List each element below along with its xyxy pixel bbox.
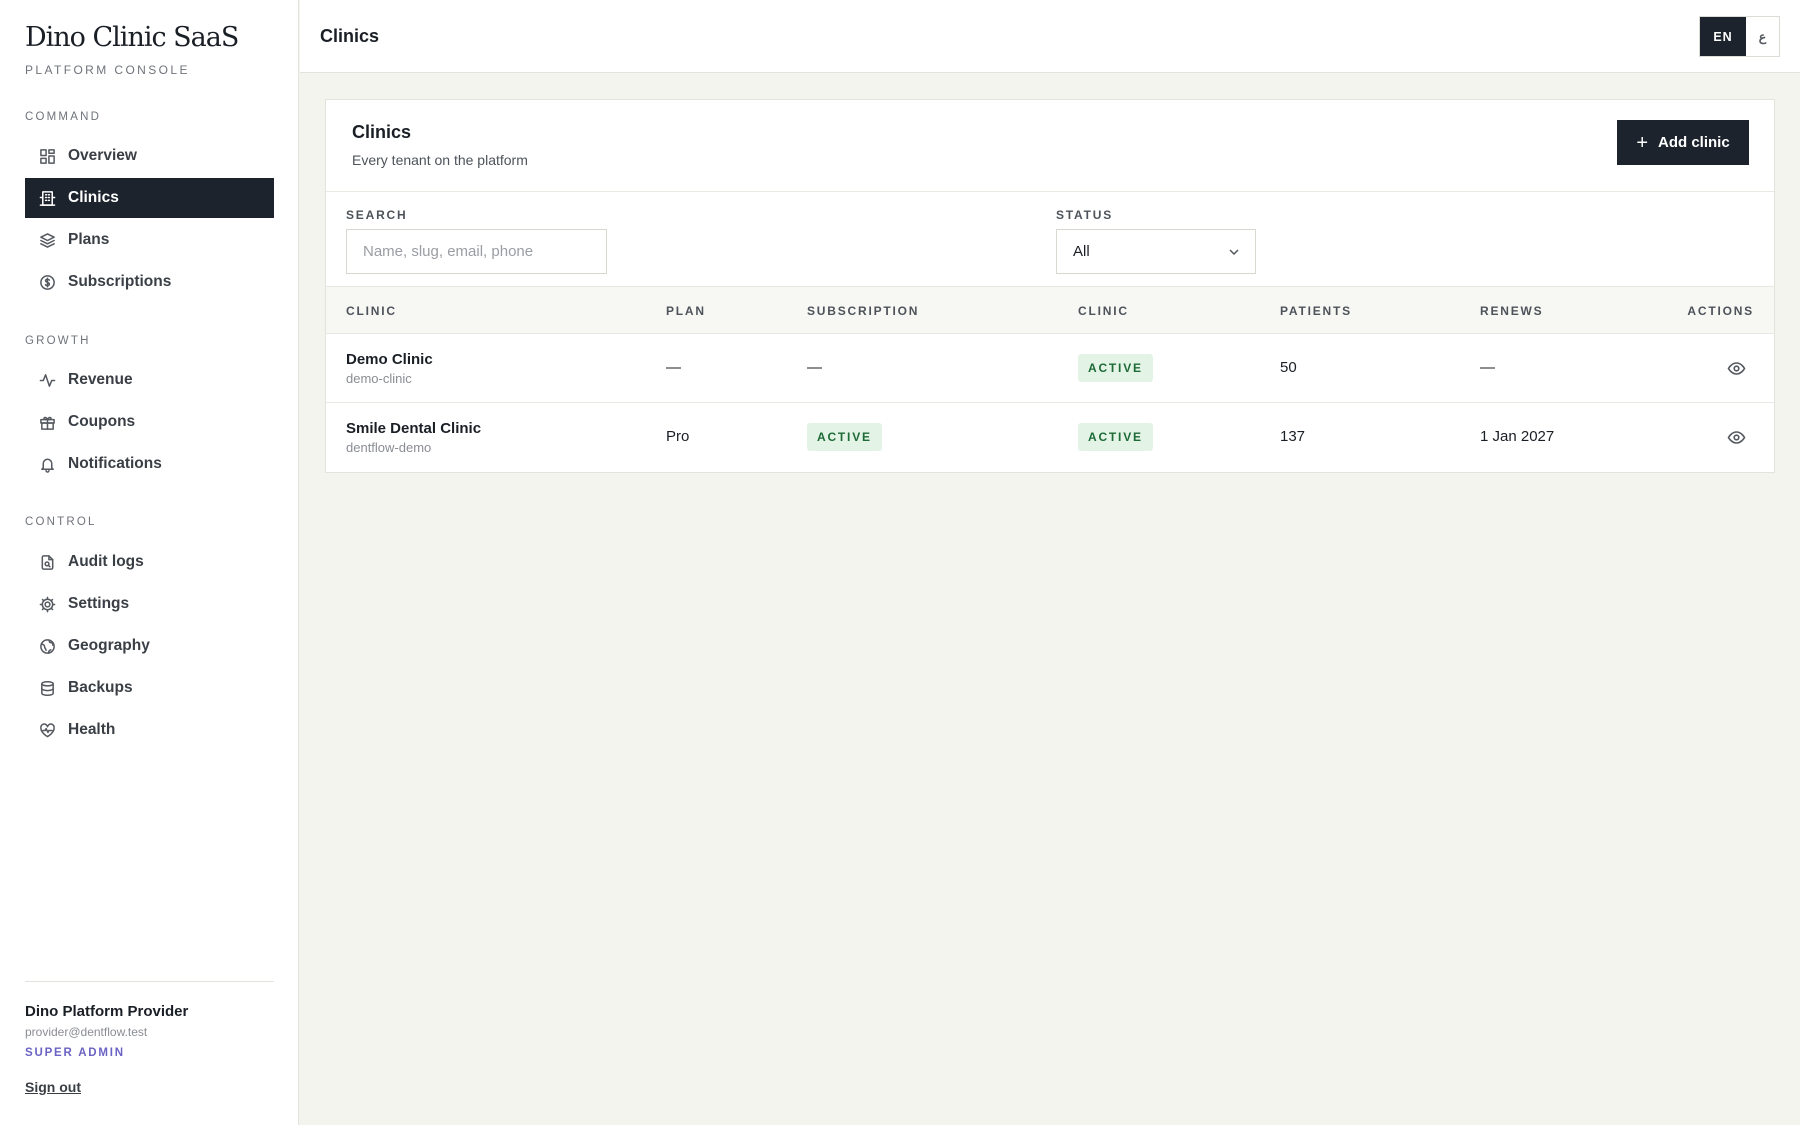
sidebar-item-plans[interactable]: Plans: [25, 220, 274, 260]
sidebar-item-clinics[interactable]: Clinics: [25, 178, 274, 218]
sidebar-item-health[interactable]: Health: [25, 710, 274, 750]
sidebar-item-label: Subscriptions: [68, 273, 172, 290]
table-row[interactable]: Demo Clinic demo-clinic — — ACTIVE 50 —: [326, 334, 1774, 403]
file-search-icon: [38, 553, 56, 571]
activity-icon: [38, 371, 56, 389]
subscription-cell: —: [807, 359, 822, 376]
col-subscription[interactable]: SUBSCRIPTION: [807, 304, 919, 318]
plus-icon: +: [1636, 131, 1648, 154]
page-title: Clinics: [320, 26, 380, 46]
user-role-badge: SUPER ADMIN: [25, 1047, 125, 1059]
add-clinic-button[interactable]: + Add clinic: [1617, 120, 1749, 165]
topbar: Clinics EN ع: [300, 0, 1800, 73]
grid-icon: [38, 147, 56, 165]
sidebar-item-coupons[interactable]: Coupons: [25, 402, 274, 442]
sidebar: Dino Clinic SaaS PLATFORM CONSOLE COMMAN…: [0, 0, 299, 1125]
lang-en-button[interactable]: EN: [1700, 17, 1746, 56]
plan-cell: Pro: [666, 428, 690, 445]
sidebar-item-notifications[interactable]: Notifications: [25, 444, 274, 484]
database-icon: [38, 679, 56, 697]
col-clinic-status[interactable]: CLINIC: [1078, 304, 1129, 318]
col-renews[interactable]: RENEWS: [1480, 304, 1543, 318]
clinic-slug: demo-clinic: [346, 371, 412, 386]
view-eye-icon[interactable]: [1727, 428, 1746, 447]
user-name: Dino Platform Provider: [25, 1003, 189, 1020]
sidebar-item-label: Geography: [68, 637, 150, 654]
status-badge: ACTIVE: [1078, 354, 1153, 382]
heart-pulse-icon: [38, 721, 56, 739]
globe-icon: [38, 637, 56, 655]
status-label: STATUS: [1056, 208, 1114, 222]
nav-section-command: COMMAND: [25, 111, 102, 123]
col-patients[interactable]: PATIENTS: [1280, 304, 1352, 318]
gear-icon: [38, 595, 56, 613]
sidebar-item-label: Revenue: [68, 371, 133, 388]
nav-section-control: CONTROL: [25, 516, 97, 528]
clinics-card: Clinics Every tenant on the platform + A…: [325, 99, 1775, 473]
lang-ar-button[interactable]: ع: [1746, 17, 1779, 56]
sidebar-item-label: Settings: [68, 595, 130, 612]
divider: [25, 981, 274, 982]
sidebar-item-overview[interactable]: Overview: [25, 136, 274, 176]
sidebar-item-settings[interactable]: Settings: [25, 584, 274, 624]
nav-section-growth: GROWTH: [25, 335, 91, 347]
col-clinic[interactable]: CLINIC: [346, 304, 397, 318]
table-header: CLINIC PLAN SUBSCRIPTION CLINIC PATIENTS…: [326, 286, 1774, 334]
sidebar-item-backups[interactable]: Backups: [25, 668, 274, 708]
plan-cell: —: [666, 359, 681, 376]
renews-cell: 1 Jan 2027: [1480, 428, 1555, 445]
sidebar-item-revenue[interactable]: Revenue: [25, 360, 274, 400]
sidebar-item-geography[interactable]: Geography: [25, 626, 274, 666]
patients-cell: 137: [1280, 428, 1306, 445]
sidebar-item-label: Notifications: [68, 455, 162, 472]
status-select[interactable]: All: [1056, 229, 1256, 274]
chevron-down-icon: [1227, 245, 1241, 259]
sidebar-item-label: Coupons: [68, 413, 136, 430]
brand-title: Dino Clinic SaaS: [25, 22, 239, 53]
sidebar-item-label: Clinics: [68, 189, 119, 206]
sidebar-item-label: Plans: [68, 231, 110, 248]
search-input[interactable]: [346, 229, 607, 274]
sidebar-item-label: Health: [68, 721, 116, 738]
sidebar-item-label: Overview: [68, 147, 137, 164]
table-row[interactable]: Smile Dental Clinic dentflow-demo Pro AC…: [326, 403, 1774, 472]
gift-icon: [38, 413, 56, 431]
subscription-badge: ACTIVE: [807, 423, 882, 451]
language-switcher: EN ع: [1699, 16, 1780, 57]
search-label: SEARCH: [346, 208, 408, 222]
status-badge: ACTIVE: [1078, 423, 1153, 451]
sign-out-link[interactable]: Sign out: [25, 1079, 81, 1095]
bell-icon: [38, 455, 56, 473]
brand-subtitle: PLATFORM CONSOLE: [25, 63, 190, 77]
view-eye-icon[interactable]: [1727, 359, 1746, 378]
layers-icon: [38, 231, 56, 249]
col-plan[interactable]: PLAN: [666, 304, 706, 318]
col-actions: ACTIONS: [1687, 304, 1754, 318]
card-title: Clinics: [352, 122, 412, 142]
status-select-value: All: [1073, 243, 1090, 260]
card-header: Clinics Every tenant on the platform + A…: [326, 100, 1774, 192]
sidebar-item-subscriptions[interactable]: Subscriptions: [25, 262, 274, 302]
sidebar-item-audit-logs[interactable]: Audit logs: [25, 542, 274, 582]
patients-cell: 50: [1280, 359, 1297, 376]
dollar-circle-icon: [38, 273, 56, 291]
clinic-name[interactable]: Smile Dental Clinic: [346, 420, 481, 437]
renews-cell: —: [1480, 359, 1495, 376]
clinic-slug: dentflow-demo: [346, 440, 432, 455]
user-email: provider@dentflow.test: [25, 1025, 148, 1039]
sidebar-item-label: Backups: [68, 679, 133, 696]
add-clinic-label: Add clinic: [1658, 134, 1730, 151]
sidebar-item-label: Audit logs: [68, 553, 144, 570]
building-icon: [38, 189, 56, 207]
clinic-name[interactable]: Demo Clinic: [346, 351, 433, 368]
card-subtitle: Every tenant on the platform: [352, 152, 528, 168]
